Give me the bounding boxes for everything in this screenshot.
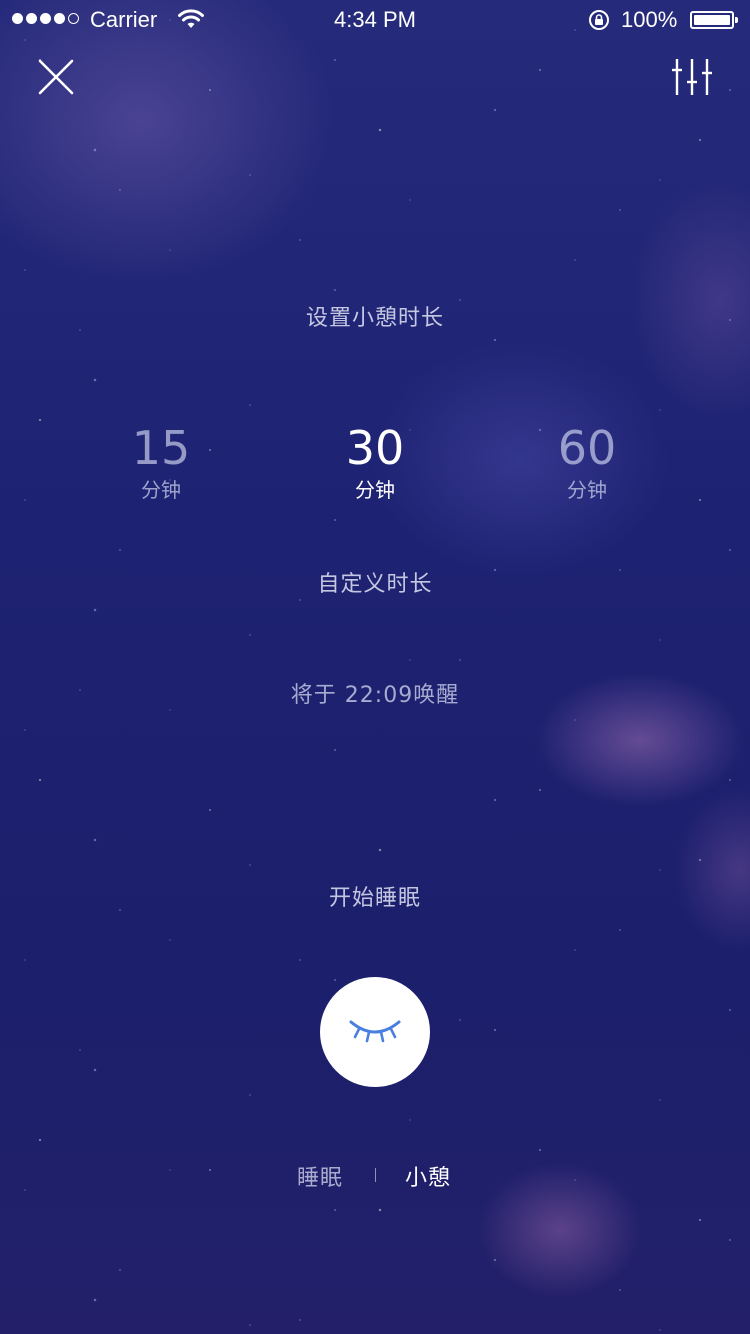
battery-icon [690,11,738,29]
closed-eye-icon [349,1020,401,1043]
start-sleep-label: 开始睡眠 [328,886,421,911]
duration-options: 15 分钟 30 分钟 60 分钟 [0,420,750,520]
duration-value: 15 [131,421,191,475]
tab-sleep[interactable]: 睡眠 [297,1160,343,1192]
settings-button[interactable] [670,56,714,98]
duration-unit: 分钟 [567,478,607,502]
close-button[interactable] [36,57,76,97]
battery-percent: 100% [621,7,678,32]
duration-option-15[interactable]: 15 分钟 [81,420,241,504]
duration-unit: 分钟 [141,478,181,502]
custom-duration-button[interactable]: 自定义时长 [0,566,750,598]
battery-fill [694,15,730,25]
status-bar: Carrier 4:34 PM 100% [0,0,750,40]
tab-divider [375,1168,376,1182]
duration-value: 30 [345,421,405,475]
duration-value: 60 [557,421,617,475]
mode-tabs: 睡眠 小憩 [0,1160,750,1192]
stars-layer-secondary [0,0,750,1334]
duration-unit: 分钟 [355,478,395,502]
sliders-icon [672,59,712,95]
battery-nub [735,17,738,23]
start-sleep-button[interactable] [320,977,430,1087]
rotation-lock-icon [589,10,609,30]
tab-nap[interactable]: 小憩 [405,1160,451,1192]
duration-option-30[interactable]: 30 分钟 [295,420,455,504]
duration-option-60[interactable]: 60 分钟 [507,420,667,504]
wake-time-text: 将于 22:09唤醒 [290,683,460,708]
nap-duration-title: 设置小憩时长 [305,306,444,331]
close-icon [38,59,74,95]
